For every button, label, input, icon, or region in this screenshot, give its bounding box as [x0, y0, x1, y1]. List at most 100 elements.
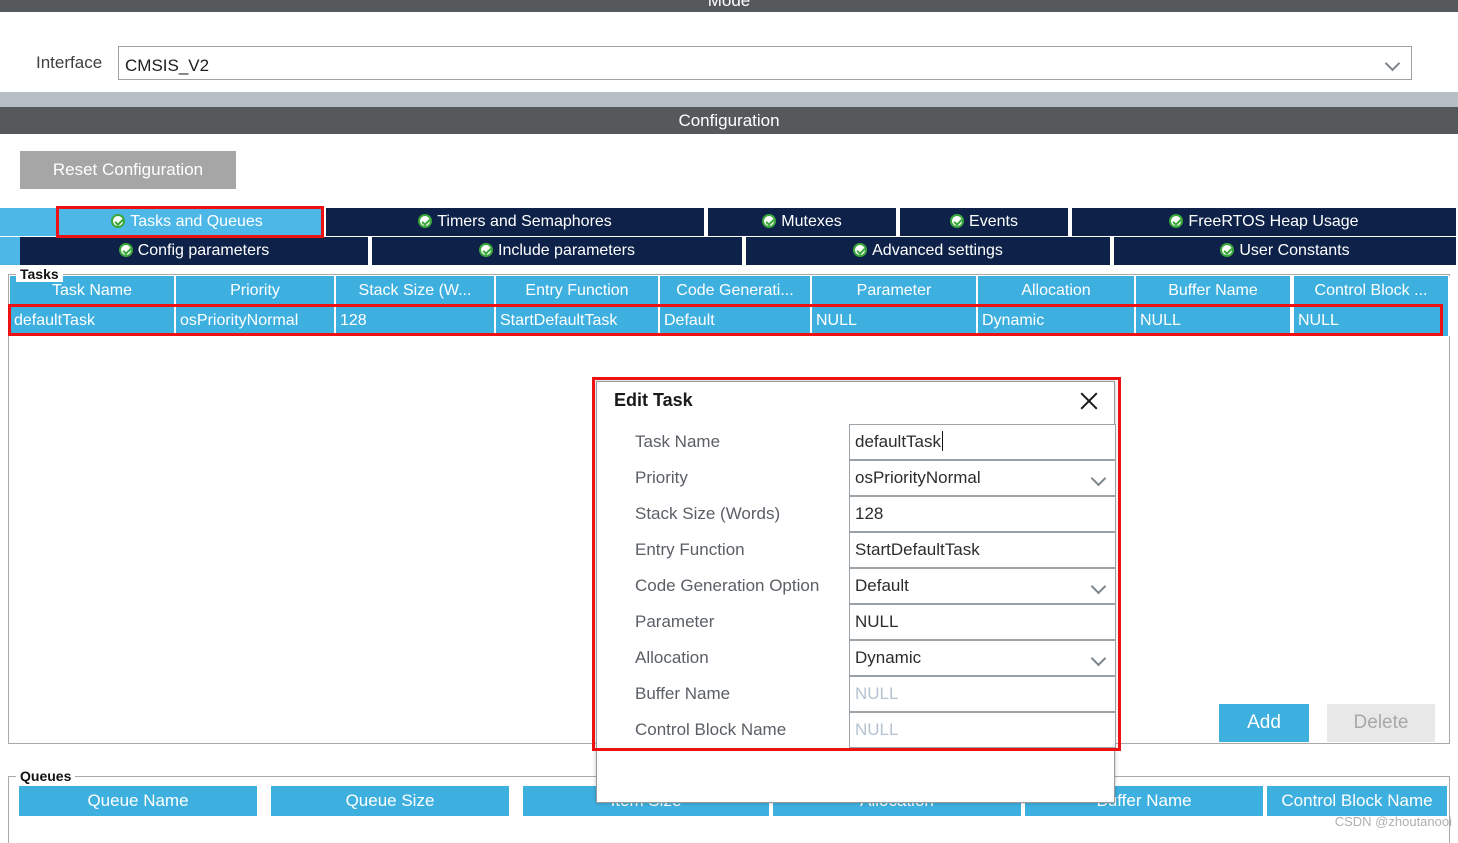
check-circle-icon [950, 214, 965, 228]
field-value: osPriorityNormal [855, 468, 981, 487]
close-icon[interactable] [1076, 388, 1102, 414]
chevron-down-icon [1387, 58, 1399, 70]
field-label: Priority [635, 468, 688, 487]
tab-label: Include parameters [498, 242, 635, 259]
column-header[interactable]: Buffer Name [1136, 276, 1292, 306]
tab-row-primary: Tasks and Queues Timers and Semaphores Mut… [0, 208, 1458, 236]
table-row[interactable]: defaultTask osPriorityNormal 128 StartDefau… [10, 306, 1450, 336]
field-label: Control Block Name [635, 720, 787, 739]
field-label: Parameter [635, 612, 715, 631]
column-header[interactable]: Allocation [978, 276, 1136, 306]
tab-freertos-heap-usage[interactable]: FreeRTOS Heap Usage [1072, 208, 1458, 236]
tab-label: Tasks and Queues [130, 213, 263, 230]
table-cell[interactable]: Dynamic [978, 306, 1136, 336]
tab-timers-and-semaphores[interactable]: Timers and Semaphores [326, 208, 706, 236]
dialog-title: Edit Task [614, 390, 693, 410]
queues-group-legend: Queues [16, 768, 76, 784]
column-header[interactable]: Code Generati... [660, 276, 812, 306]
column-header[interactable]: Queue Name [19, 786, 259, 816]
tab-events[interactable]: Events [900, 208, 1070, 236]
field-value: NULL [855, 684, 899, 703]
tasks-group-legend: Tasks [16, 266, 63, 282]
column-header[interactable]: Parameter [812, 276, 978, 306]
add-task-button[interactable]: Add [1219, 704, 1309, 742]
column-header[interactable]: Priority [176, 276, 336, 306]
configuration-section-header: Configuration [0, 107, 1458, 134]
column-header[interactable]: Stack Size (W... [336, 276, 496, 306]
check-circle-icon [418, 214, 433, 228]
mode-section-header: Mode [0, 0, 1458, 12]
check-circle-icon [853, 243, 868, 257]
tab-strip-spacer [0, 208, 52, 236]
input-task-name[interactable]: defaultTask [849, 424, 1116, 460]
table-cell[interactable]: 128 [336, 306, 496, 336]
chevron-down-icon [1093, 581, 1105, 593]
dialog-field-row: Code Generation Option Default [597, 568, 1116, 604]
table-cell[interactable]: StartDefaultTask [496, 306, 660, 336]
column-header[interactable]: Entry Function [496, 276, 660, 306]
input-control-block-name[interactable]: NULL [849, 712, 1116, 748]
check-circle-icon [1169, 214, 1184, 228]
input-stack-size-words[interactable]: 128 [849, 496, 1116, 532]
select-allocation[interactable]: Dynamic [849, 640, 1116, 676]
input-entry-function[interactable]: StartDefaultTask [849, 532, 1116, 568]
app-root: Mode Interface CMSIS_V2 Configuration Re… [0, 0, 1458, 843]
check-circle-icon [111, 214, 126, 228]
text-caret [942, 431, 943, 451]
tab-advanced-settings[interactable]: Advanced settings [746, 237, 1112, 265]
interface-select[interactable]: CMSIS_V2 [118, 46, 1412, 80]
panel-divider [0, 92, 1458, 107]
watermark: CSDN @zhoutanooi [1334, 814, 1452, 829]
table-cell[interactable]: defaultTask [10, 306, 176, 336]
tab-include-parameters[interactable]: Include parameters [372, 237, 744, 265]
column-header[interactable]: Control Block ... [1294, 276, 1450, 306]
field-value: StartDefaultTask [855, 540, 980, 559]
dialog-field-row: Allocation Dynamic [597, 640, 1116, 676]
dialog-field-row: Control Block Name NULL [597, 712, 1116, 748]
delete-task-button: Delete [1327, 704, 1435, 742]
tab-user-constants[interactable]: User Constants [1114, 237, 1458, 265]
tab-strip-spacer [0, 237, 20, 265]
chevron-down-icon [1093, 653, 1105, 665]
select-priority[interactable]: osPriorityNormal [849, 460, 1116, 496]
tab-label: Events [969, 213, 1018, 230]
tab-label: FreeRTOS Heap Usage [1188, 213, 1359, 230]
reset-configuration-button[interactable]: Reset Configuration [20, 151, 236, 189]
tab-row-secondary: Config parameters Include parameters Advan… [0, 237, 1458, 265]
check-circle-icon [118, 243, 133, 257]
column-header[interactable]: Control Block Name [1267, 786, 1449, 816]
tab-config-parameters[interactable]: Config parameters [20, 237, 370, 265]
edit-task-dialog: Edit Task Task Name defaultTask Priority os… [596, 381, 1116, 803]
interface-label: Interface [36, 53, 103, 72]
check-circle-icon [762, 214, 777, 228]
table-cell[interactable]: Default [660, 306, 812, 336]
tab-label: User Constants [1239, 242, 1350, 259]
field-label: Code Generation Option [635, 576, 820, 595]
select-code-generation-option[interactable]: Default [849, 568, 1116, 604]
tab-label: Advanced settings [872, 242, 1003, 259]
tab-label: Config parameters [137, 242, 270, 259]
table-cell[interactable]: NULL [812, 306, 978, 336]
table-cell[interactable]: osPriorityNormal [176, 306, 336, 336]
mode-panel: Interface CMSIS_V2 [0, 12, 1458, 92]
table-cell[interactable]: NULL [1294, 306, 1450, 336]
dialog-field-row: Task Name defaultTask [597, 424, 1116, 460]
field-value: defaultTask [855, 432, 941, 451]
field-value: Default [855, 576, 909, 595]
input-buffer-name[interactable]: NULL [849, 676, 1116, 712]
table-cell[interactable]: NULL [1136, 306, 1292, 336]
chevron-down-icon [1093, 473, 1105, 485]
field-label: Stack Size (Words) [635, 504, 781, 523]
tab-mutexes[interactable]: Mutexes [708, 208, 898, 236]
tasks-table-header: Task Name Priority Stack Size (W... Entry F… [10, 276, 1450, 306]
dialog-field-row: Priority osPriorityNormal [597, 460, 1116, 496]
tab-label: Mutexes [781, 213, 842, 230]
field-value: 128 [855, 504, 884, 523]
column-header[interactable]: Queue Size [271, 786, 511, 816]
tab-tasks-and-queues[interactable]: Tasks and Queues [52, 208, 324, 236]
tab-label: Timers and Semaphores [437, 213, 612, 230]
input-parameter[interactable]: NULL [849, 604, 1116, 640]
dialog-field-row: Stack Size (Words) 128 [597, 496, 1116, 532]
dialog-field-row: Parameter NULL [597, 604, 1116, 640]
field-value: Dynamic [855, 648, 922, 667]
